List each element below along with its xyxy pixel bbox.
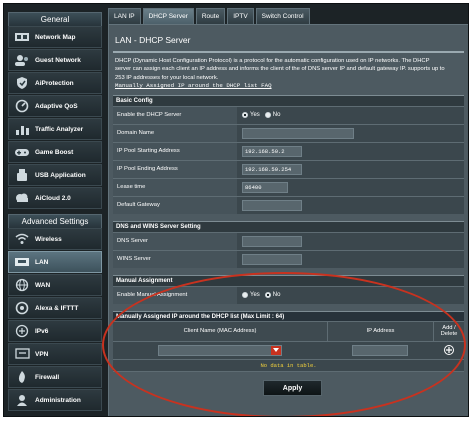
manual-ip-list-header: Manually Assigned IP around the DHCP lis… <box>113 310 464 321</box>
apply-button[interactable]: Apply <box>263 379 322 396</box>
traffic-analyzer-icon <box>13 122 31 137</box>
sidebar-item-lan[interactable]: LAN <box>8 251 102 273</box>
column-ip-address: IP Address <box>327 321 433 341</box>
domain-name-input[interactable] <box>242 127 354 139</box>
sidebar-item-traffic-analyzer[interactable]: Traffic Analyzer <box>8 118 102 140</box>
enable-manual-assignment-row: Enable Manual Assignment Yes No <box>113 285 464 304</box>
vpn-icon <box>13 347 31 362</box>
ip-pool-end-input[interactable]: 192.168.50.254 <box>242 163 302 175</box>
sidebar-item-label: Guest Network <box>35 56 81 64</box>
sidebar-item-wireless[interactable]: Wireless <box>8 228 102 250</box>
enable-dhcp-row: Enable the DHCP Server Yes No <box>113 105 464 124</box>
lan-icon <box>13 255 31 270</box>
sidebar-item-guest-network[interactable]: Guest Network <box>8 49 102 71</box>
form-footer: Apply <box>113 370 464 405</box>
manual-assignment-no-radio[interactable] <box>264 292 271 299</box>
manual-ip-entry-row <box>113 340 464 359</box>
page-description: DHCP (Dynamic Host Configuration Protoco… <box>115 58 445 81</box>
sidebar: General Network Map Guest Network AiProt… <box>8 12 102 416</box>
sidebar-item-vpn[interactable]: VPN <box>8 343 102 365</box>
manual-ip-list-columns: Client Name (MAC Address) IP Address Add… <box>113 320 464 341</box>
sidebar-item-label: Alexa & IFTTT <box>35 304 79 312</box>
tab-dhcp-server[interactable]: DHCP Server <box>142 8 194 24</box>
domain-name-row: Domain Name <box>113 123 464 142</box>
sidebar-item-adaptive-qos[interactable]: Adaptive QoS <box>8 95 102 117</box>
sidebar-item-wan[interactable]: WAN <box>8 274 102 296</box>
sidebar-item-label: AiProtection <box>35 79 74 87</box>
sidebar-item-game-boost[interactable]: Game Boost <box>8 141 102 163</box>
client-mac-input[interactable] <box>158 344 282 356</box>
sidebar-item-usb-application[interactable]: USB Application <box>8 164 102 186</box>
lease-time-row: Lease time 86400 <box>113 177 464 196</box>
manual-assignment-header: Manual Assignment <box>113 274 464 286</box>
sidebar-item-label: VPN <box>35 350 49 358</box>
tab-switch-control[interactable]: Switch Control <box>255 8 310 24</box>
sidebar-item-label: AiCloud 2.0 <box>35 194 71 202</box>
tab-iptv[interactable]: IPTV <box>227 8 254 24</box>
enable-dhcp-yes-radio[interactable] <box>242 112 248 119</box>
sidebar-item-label: Wireless <box>35 235 62 243</box>
dns-server-input[interactable] <box>242 235 302 247</box>
column-add-delete: Add / Delete <box>433 321 464 341</box>
ip-pool-end-row: IP Pool Ending Address 192.168.50.254 <box>113 159 464 178</box>
ip-pool-start-row: IP Pool Starting Address 192.168.50.2 <box>113 141 464 160</box>
ip-address-input[interactable] <box>352 344 408 356</box>
sidebar-item-network-map[interactable]: Network Map <box>8 26 102 48</box>
qos-icon <box>13 99 31 114</box>
lease-time-input[interactable]: 86400 <box>242 181 288 193</box>
sidebar-item-administration[interactable]: Administration <box>8 389 102 411</box>
sidebar-item-aiprotection[interactable]: AiProtection <box>8 72 102 94</box>
basic-config-header: Basic Config <box>113 94 464 106</box>
no-data-message: No data in table. <box>113 358 464 371</box>
wins-server-input[interactable] <box>242 253 302 265</box>
sidebar-section-advanced: Advanced Settings <box>8 214 102 228</box>
main-panel: LAN - DHCP Server DHCP (Dynamic Host Con… <box>108 24 468 416</box>
sidebar-item-label: Adaptive QoS <box>35 102 78 110</box>
faq-link[interactable]: Manually Assigned IP around the DHCP lis… <box>113 82 464 89</box>
dns-server-row: DNS Server <box>113 231 464 250</box>
ipv6-icon <box>13 324 31 339</box>
divider <box>113 51 464 53</box>
firewall-icon <box>13 370 31 385</box>
sidebar-item-label: Firewall <box>35 373 60 381</box>
sidebar-item-ipv6[interactable]: IPv6 <box>8 320 102 342</box>
guest-network-icon <box>13 53 31 68</box>
alexa-icon <box>13 301 31 316</box>
wireless-icon <box>13 232 31 247</box>
sidebar-item-label: Administration <box>35 396 81 404</box>
sidebar-item-label: LAN <box>35 258 49 266</box>
sidebar-item-label: Game Boost <box>35 148 74 156</box>
ip-pool-start-input[interactable]: 192.168.50.2 <box>242 145 302 157</box>
sidebar-item-alexa-ifttt[interactable]: Alexa & IFTTT <box>8 297 102 319</box>
shield-icon <box>13 76 31 91</box>
sidebar-item-firewall[interactable]: Firewall <box>8 366 102 388</box>
router-admin-window: General Network Map Guest Network AiProt… <box>3 3 469 417</box>
network-map-icon <box>13 30 31 45</box>
wins-server-row: WINS Server <box>113 249 464 268</box>
default-gateway-row: Default Gateway <box>113 195 464 214</box>
manual-assignment-yes-radio[interactable] <box>242 292 248 299</box>
add-icon[interactable] <box>443 345 454 356</box>
tab-route[interactable]: Route <box>195 8 226 24</box>
column-client-name: Client Name (MAC Address) <box>183 328 257 335</box>
page-title: LAN - DHCP Server <box>115 35 191 45</box>
globe-icon <box>13 278 31 293</box>
enable-dhcp-no-radio[interactable] <box>264 112 271 119</box>
sidebar-item-label: USB Application <box>35 171 86 179</box>
dropdown-arrow-icon[interactable] <box>271 345 281 355</box>
sidebar-item-aicloud[interactable]: AiCloud 2.0 <box>8 187 102 209</box>
gamepad-icon <box>13 145 31 160</box>
tab-lan-ip[interactable]: LAN IP <box>108 8 141 24</box>
sidebar-item-label: Network Map <box>35 33 76 41</box>
sidebar-section-general: General <box>8 12 102 26</box>
sidebar-item-label: IPv6 <box>35 327 49 335</box>
tab-bar: LAN IP DHCP Server Route IPTV Switch Con… <box>108 8 312 24</box>
sidebar-item-label: WAN <box>35 281 51 289</box>
sidebar-item-label: Traffic Analyzer <box>35 125 84 133</box>
default-gateway-input[interactable] <box>242 199 302 211</box>
administration-icon <box>13 393 31 408</box>
dns-wins-header: DNS and WINS Server Setting <box>113 220 464 232</box>
usb-icon <box>13 168 31 183</box>
cloud-icon <box>13 191 31 206</box>
